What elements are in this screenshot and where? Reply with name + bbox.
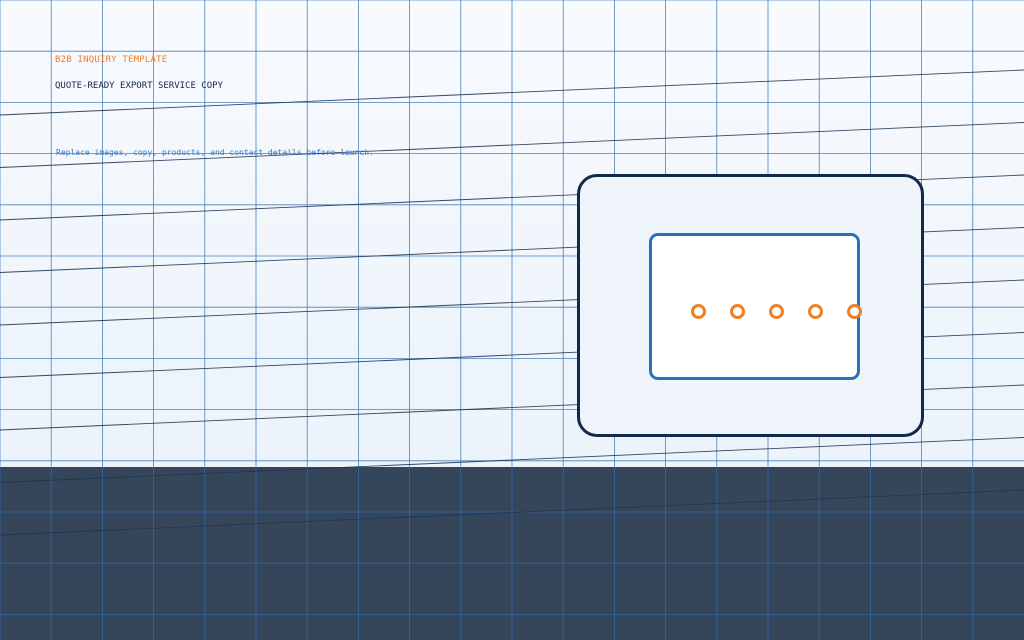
indicator-ring-icon xyxy=(730,304,745,319)
device-frame-icon xyxy=(577,174,924,437)
indicator-ring-icon xyxy=(808,304,823,319)
indicator-ring-icon xyxy=(691,304,706,319)
hero-section: B2B INQUIRY TEMPLATE QUOTE-READY EXPORT … xyxy=(0,0,1024,640)
device-screen-icon xyxy=(649,233,862,380)
hero-title: QUOTE-READY EXPORT SERVICE COPY xyxy=(55,81,223,91)
indicator-ring-icon xyxy=(847,304,862,319)
hero-note: Replace images, copy, products, and cont… xyxy=(56,148,374,157)
indicator-row xyxy=(691,304,862,319)
indicator-ring-icon xyxy=(769,304,784,319)
hero-eyebrow: B2B INQUIRY TEMPLATE xyxy=(55,55,168,65)
